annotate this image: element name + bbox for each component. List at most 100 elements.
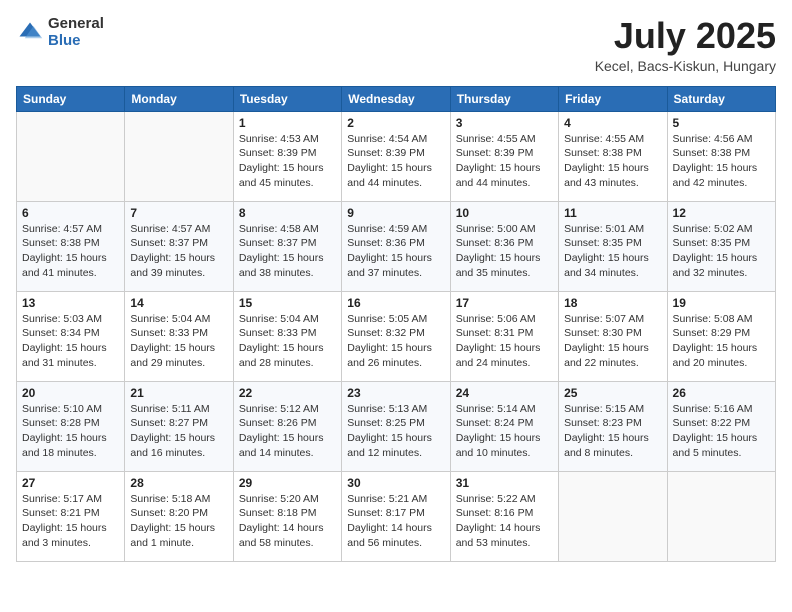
day-number: 16: [347, 296, 444, 310]
calendar-cell: 15 Sunrise: 5:04 AM Sunset: 8:33 PM Dayli…: [233, 291, 341, 381]
calendar-cell: 8Sunrise: 4:58 AM Sunset: 8:37 PM Daylig…: [233, 201, 341, 291]
day-info: Sunrise: 5:12 AM Sunset: 8:26 PM Dayligh…: [239, 402, 336, 461]
day-info: Sunrise: 5:04 AM Sunset: 8:33 PM Dayligh…: [130, 312, 227, 371]
day-number: 19: [673, 296, 770, 310]
weekday-header-monday: Monday: [125, 86, 233, 111]
day-info: Sunrise: 4:57 AM Sunset: 8:38 PM Dayligh…: [22, 222, 119, 281]
calendar-cell: 16Sunrise: 5:05 AM Sunset: 8:32 PM Dayli…: [342, 291, 450, 381]
calendar-week-row: 1Sunrise: 4:53 AM Sunset: 8:39 PM Daylig…: [17, 111, 776, 201]
logo-icon: [16, 19, 44, 47]
day-info: Sunrise: 4:59 AM Sunset: 8:36 PM Dayligh…: [347, 222, 444, 281]
day-info: Sunrise: 5:13 AM Sunset: 8:25 PM Dayligh…: [347, 402, 444, 461]
day-info: Sunrise: 5:07 AM Sunset: 8:30 PM Dayligh…: [564, 312, 661, 371]
day-number: 23: [347, 386, 444, 400]
weekday-header-wednesday: Wednesday: [342, 86, 450, 111]
calendar-cell: 11Sunrise: 5:01 AM Sunset: 8:35 PM Dayli…: [559, 201, 667, 291]
calendar-cell: 3 Sunrise: 4:55 AM Sunset: 8:39 PM Daylig…: [450, 111, 558, 201]
day-number: 31: [456, 476, 553, 490]
month-title: July 2025: [595, 16, 776, 56]
day-number: 7: [130, 206, 227, 220]
calendar-cell: 5 Sunrise: 4:56 AM Sunset: 8:38 PM Daylig…: [667, 111, 775, 201]
calendar-week-row: 13Sunrise: 5:03 AM Sunset: 8:34 PM Dayli…: [17, 291, 776, 381]
calendar-cell: 24 Sunrise: 5:14 AM Sunset: 8:24 PM Dayli…: [450, 381, 558, 471]
day-number: 22: [239, 386, 336, 400]
day-info: Sunrise: 4:55 AM Sunset: 8:38 PM Dayligh…: [564, 132, 661, 191]
day-info: Sunrise: 5:01 AM Sunset: 8:35 PM Dayligh…: [564, 222, 661, 281]
logo-general-text: General: [48, 16, 104, 33]
day-number: 26: [673, 386, 770, 400]
day-number: 27: [22, 476, 119, 490]
calendar-cell: 28Sunrise: 5:18 AM Sunset: 8:20 PM Dayli…: [125, 471, 233, 561]
calendar-cell: 9 Sunrise: 4:59 AM Sunset: 8:36 PM Daylig…: [342, 201, 450, 291]
calendar-cell: 4Sunrise: 4:55 AM Sunset: 8:38 PM Daylig…: [559, 111, 667, 201]
day-number: 24: [456, 386, 553, 400]
calendar-cell: 22 Sunrise: 5:12 AM Sunset: 8:26 PM Dayli…: [233, 381, 341, 471]
day-info: Sunrise: 5:15 AM Sunset: 8:23 PM Dayligh…: [564, 402, 661, 461]
day-info: Sunrise: 5:16 AM Sunset: 8:22 PM Dayligh…: [673, 402, 770, 461]
day-info: Sunrise: 4:53 AM Sunset: 8:39 PM Dayligh…: [239, 132, 336, 191]
weekday-header-row: SundayMondayTuesdayWednesdayThursdayFrid…: [17, 86, 776, 111]
day-number: 6: [22, 206, 119, 220]
calendar-cell: 27 Sunrise: 5:17 AM Sunset: 8:21 PM Dayli…: [17, 471, 125, 561]
calendar-cell: [125, 111, 233, 201]
day-number: 9: [347, 206, 444, 220]
day-info: Sunrise: 5:14 AM Sunset: 8:24 PM Dayligh…: [456, 402, 553, 461]
calendar-week-row: 20 Sunrise: 5:10 AM Sunset: 8:28 PM Dayli…: [17, 381, 776, 471]
calendar-cell: 2 Sunrise: 4:54 AM Sunset: 8:39 PM Daylig…: [342, 111, 450, 201]
calendar-cell: 18Sunrise: 5:07 AM Sunset: 8:30 PM Dayli…: [559, 291, 667, 381]
calendar-cell: 6 Sunrise: 4:57 AM Sunset: 8:38 PM Daylig…: [17, 201, 125, 291]
location-text: Kecel, Bacs-Kiskun, Hungary: [595, 58, 776, 74]
calendar-cell: 13Sunrise: 5:03 AM Sunset: 8:34 PM Dayli…: [17, 291, 125, 381]
calendar-cell: [667, 471, 775, 561]
day-info: Sunrise: 4:56 AM Sunset: 8:38 PM Dayligh…: [673, 132, 770, 191]
day-info: Sunrise: 5:11 AM Sunset: 8:27 PM Dayligh…: [130, 402, 227, 461]
day-info: Sunrise: 5:00 AM Sunset: 8:36 PM Dayligh…: [456, 222, 553, 281]
day-number: 10: [456, 206, 553, 220]
calendar-cell: 25 Sunrise: 5:15 AM Sunset: 8:23 PM Dayli…: [559, 381, 667, 471]
day-number: 5: [673, 116, 770, 130]
page-header: General Blue July 2025 Kecel, Bacs-Kisku…: [16, 16, 776, 74]
day-number: 2: [347, 116, 444, 130]
day-number: 21: [130, 386, 227, 400]
logo: General Blue: [16, 16, 104, 49]
day-info: Sunrise: 5:04 AM Sunset: 8:33 PM Dayligh…: [239, 312, 336, 371]
day-info: Sunrise: 4:57 AM Sunset: 8:37 PM Dayligh…: [130, 222, 227, 281]
calendar-cell: 31Sunrise: 5:22 AM Sunset: 8:16 PM Dayli…: [450, 471, 558, 561]
calendar-cell: 10 Sunrise: 5:00 AM Sunset: 8:36 PM Dayli…: [450, 201, 558, 291]
calendar-cell: 12 Sunrise: 5:02 AM Sunset: 8:35 PM Dayli…: [667, 201, 775, 291]
calendar-cell: 19Sunrise: 5:08 AM Sunset: 8:29 PM Dayli…: [667, 291, 775, 381]
day-info: Sunrise: 5:10 AM Sunset: 8:28 PM Dayligh…: [22, 402, 119, 461]
day-number: 13: [22, 296, 119, 310]
calendar-table: SundayMondayTuesdayWednesdayThursdayFrid…: [16, 86, 776, 562]
weekday-header-saturday: Saturday: [667, 86, 775, 111]
day-info: Sunrise: 5:21 AM Sunset: 8:17 PM Dayligh…: [347, 492, 444, 551]
calendar-cell: 29Sunrise: 5:20 AM Sunset: 8:18 PM Dayli…: [233, 471, 341, 561]
calendar-cell: 17Sunrise: 5:06 AM Sunset: 8:31 PM Dayli…: [450, 291, 558, 381]
calendar-cell: 14Sunrise: 5:04 AM Sunset: 8:33 PM Dayli…: [125, 291, 233, 381]
calendar-cell: 26 Sunrise: 5:16 AM Sunset: 8:22 PM Dayli…: [667, 381, 775, 471]
calendar-cell: 1Sunrise: 4:53 AM Sunset: 8:39 PM Daylig…: [233, 111, 341, 201]
day-info: Sunrise: 5:06 AM Sunset: 8:31 PM Dayligh…: [456, 312, 553, 371]
day-number: 29: [239, 476, 336, 490]
calendar-cell: 30 Sunrise: 5:21 AM Sunset: 8:17 PM Dayli…: [342, 471, 450, 561]
title-block: July 2025 Kecel, Bacs-Kiskun, Hungary: [595, 16, 776, 74]
day-number: 12: [673, 206, 770, 220]
day-info: Sunrise: 4:54 AM Sunset: 8:39 PM Dayligh…: [347, 132, 444, 191]
calendar-cell: [559, 471, 667, 561]
day-number: 20: [22, 386, 119, 400]
logo-blue-text: Blue: [48, 33, 104, 50]
day-number: 15: [239, 296, 336, 310]
day-number: 3: [456, 116, 553, 130]
weekday-header-friday: Friday: [559, 86, 667, 111]
day-number: 8: [239, 206, 336, 220]
day-info: Sunrise: 5:17 AM Sunset: 8:21 PM Dayligh…: [22, 492, 119, 551]
calendar-cell: 23 Sunrise: 5:13 AM Sunset: 8:25 PM Dayli…: [342, 381, 450, 471]
day-info: Sunrise: 5:18 AM Sunset: 8:20 PM Dayligh…: [130, 492, 227, 551]
calendar-week-row: 6 Sunrise: 4:57 AM Sunset: 8:38 PM Daylig…: [17, 201, 776, 291]
calendar-cell: 20 Sunrise: 5:10 AM Sunset: 8:28 PM Dayli…: [17, 381, 125, 471]
day-number: 25: [564, 386, 661, 400]
day-number: 30: [347, 476, 444, 490]
day-info: Sunrise: 5:02 AM Sunset: 8:35 PM Dayligh…: [673, 222, 770, 281]
day-info: Sunrise: 4:55 AM Sunset: 8:39 PM Dayligh…: [456, 132, 553, 191]
calendar-cell: 7 Sunrise: 4:57 AM Sunset: 8:37 PM Daylig…: [125, 201, 233, 291]
